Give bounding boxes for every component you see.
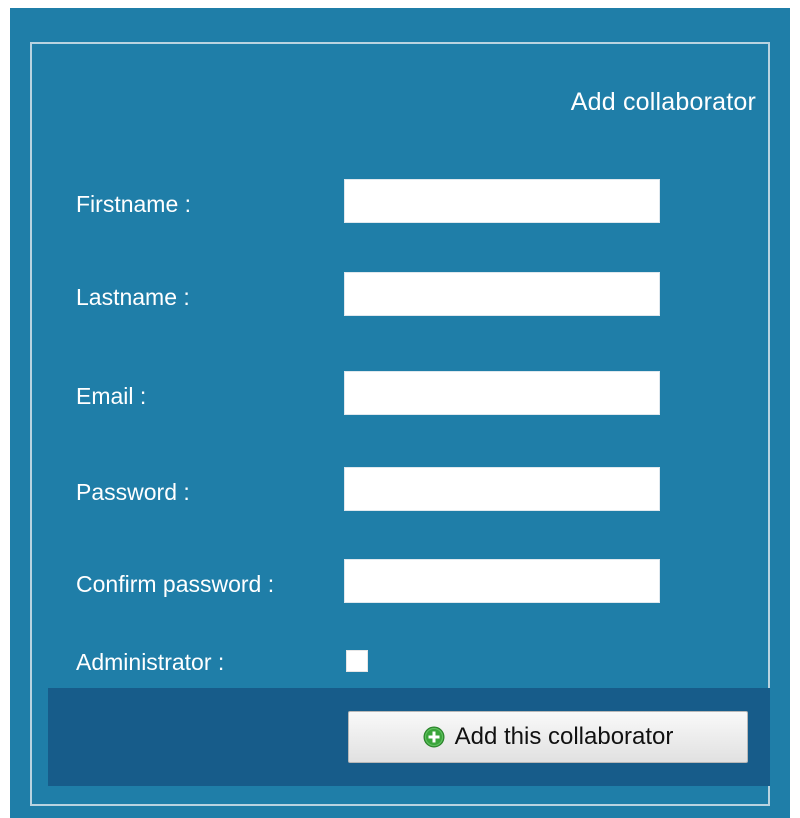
password-input[interactable] — [344, 467, 660, 511]
add-collaborator-panel: Add collaborator Firstname : Lastname : … — [10, 8, 790, 818]
plus-circle-icon — [423, 726, 445, 748]
confirm-password-input[interactable] — [344, 559, 660, 603]
add-collaborator-button[interactable]: Add this collaborator — [348, 711, 748, 763]
lastname-input[interactable] — [344, 272, 660, 316]
add-collaborator-button-label: Add this collaborator — [454, 723, 674, 750]
firstname-label: Firstname : — [76, 191, 192, 217]
administrator-checkbox[interactable] — [346, 650, 368, 672]
password-label: Password : — [76, 479, 190, 505]
confirm-password-label: Confirm password : — [76, 571, 275, 597]
form-footer: Add this collaborator — [48, 688, 770, 786]
lastname-label: Lastname : — [76, 284, 190, 310]
administrator-label: Administrator : — [76, 649, 225, 675]
email-input[interactable] — [344, 371, 660, 415]
form-title: Add collaborator — [570, 88, 756, 116]
firstname-input[interactable] — [344, 179, 660, 223]
email-label: Email : — [76, 383, 147, 409]
